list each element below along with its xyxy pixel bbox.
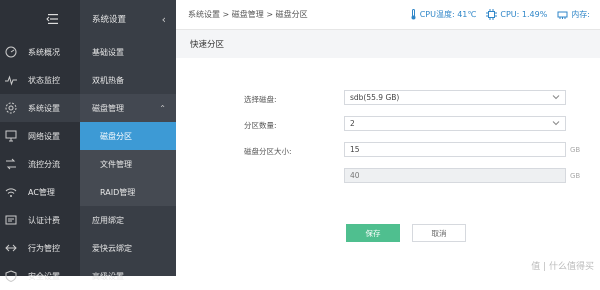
quick-partition-form: 选择磁盘: sdb(55.9 GB) 分区数量: 2 磁盘分区大小: 15 GB… [176,58,600,276]
submenu-item-label: 应用绑定 [92,215,124,225]
sidebar-item-label: 状态监控 [28,75,60,85]
submenu-item-label: 高级设置 [92,271,124,281]
shield-icon [4,269,18,283]
secondary-sidebar: 系统设置 ‹ 基础设置双机热备磁盘管理 ⌃ 磁盘分区文件管理 RAID管理应用绑定爱快… [80,0,176,281]
sidebar-item-1[interactable]: 状态监控 [0,66,80,94]
sidebar-item-7[interactable]: 行为管控 [0,234,80,262]
save-button[interactable]: 保存 [346,224,400,242]
network-icon [4,129,18,143]
unit-label: GB [570,172,581,180]
submenu-item-1[interactable]: 双机热备 [80,66,176,94]
sidebar-item-2[interactable]: 系统设置 [0,94,80,122]
submenu-item-5[interactable]: RAID管理 [80,178,176,206]
sidebar-item-label: 系统概况 [28,47,60,57]
pulse-icon [4,73,18,87]
partition-size-input-1[interactable]: 15 [344,142,566,157]
chevron-down-icon [552,95,560,100]
memory-status: 内存: [557,9,590,20]
submenu-item-label: 文件管理 [100,159,132,169]
panel-title: 快速分区 [176,30,600,59]
cpu-temp-status: CPU温度: 41℃ [410,9,476,20]
partition-size-label: 磁盘分区大小: [244,147,292,156]
sidebar-item-label: 安全设置 [28,271,60,281]
partition-count-label: 分区数量: [244,121,277,130]
sidebar-item-label: 流控分流 [28,159,60,169]
system-status: CPU温度: 41℃ CPU: 1.49% 内存: [410,9,590,20]
top-bar: 系统设置 > 磁盘管理 > 磁盘分区 CPU温度: 41℃ CPU: 1.49%… [176,0,600,30]
thermometer-icon [411,9,416,20]
submenu-item-label: 基础设置 [92,47,124,57]
sidebar-item-6[interactable]: 认证计费 [0,206,80,234]
sidebar-item-8[interactable]: 安全设置 [0,262,80,290]
submenu-item-label: RAID管理 [100,187,136,197]
primary-sidebar: 系统概况状态监控系统设置网络设置流控分流 AC管理认证计费行为管控安全设置 [0,0,80,283]
submenu-item-6[interactable]: 应用绑定 [80,206,176,234]
sidebar-item-3[interactable]: 网络设置 [0,122,80,150]
partition-size-input-2: 40 [344,168,566,183]
disk-select[interactable]: sdb(55.9 GB) [344,90,566,105]
partition-count-select[interactable]: 2 [344,116,566,131]
submenu-item-3[interactable]: 磁盘分区 [80,122,176,150]
wifi-icon [4,185,18,199]
cpu-status: CPU: 1.49% [486,9,547,20]
sidebar-item-4[interactable]: 流控分流 [0,150,80,178]
submenu-item-8[interactable]: 高级设置 [80,262,176,290]
menu-collapse-icon[interactable] [46,13,60,25]
sidebar-item-5[interactable]: AC管理 [0,178,80,206]
dashboard-icon [4,45,18,59]
submenu-item-7[interactable]: 爱快云绑定 [80,234,176,262]
sidebar-item-label: 认证计费 [28,215,60,225]
unit-label: GB [570,146,581,154]
breadcrumb: 系统设置 > 磁盘管理 > 磁盘分区 [188,10,308,19]
sidebar-item-label: AC管理 [28,187,55,197]
sidebar-item-label: 网络设置 [28,131,60,141]
submenu-item-2[interactable]: 磁盘管理 ⌃ [80,94,176,122]
watermark: 值 | 什么值得买 [531,262,594,272]
submenu-item-4[interactable]: 文件管理 [80,150,176,178]
submenu-item-label: 磁盘分区 [100,131,132,141]
memory-icon [557,11,568,19]
chevron-down-icon [552,121,560,126]
chip-icon [486,9,498,20]
sidebar-item-label: 系统设置 [28,103,60,113]
submenu-item-label: 磁盘管理 [92,103,124,113]
sidebar-item-0[interactable]: 系统概况 [0,38,80,66]
cancel-button[interactable]: 取消 [412,224,466,242]
chevron-left-icon[interactable]: ‹ [162,13,166,26]
submenu-item-label: 爱快云绑定 [92,243,132,253]
gear-icon [4,101,18,115]
submenu-item-0[interactable]: 基础设置 [80,38,176,66]
menu-toggle[interactable] [0,0,80,38]
disk-select-label: 选择磁盘: [244,95,277,104]
submenu-item-label: 双机热备 [92,75,124,85]
secondary-sidebar-title: 系统设置 [92,15,127,25]
control-icon [4,241,18,255]
flow-icon [4,157,18,171]
chevron-up-icon: ⌃ [159,103,166,113]
sidebar-item-label: 行为管控 [28,243,60,253]
card-icon [4,213,18,227]
